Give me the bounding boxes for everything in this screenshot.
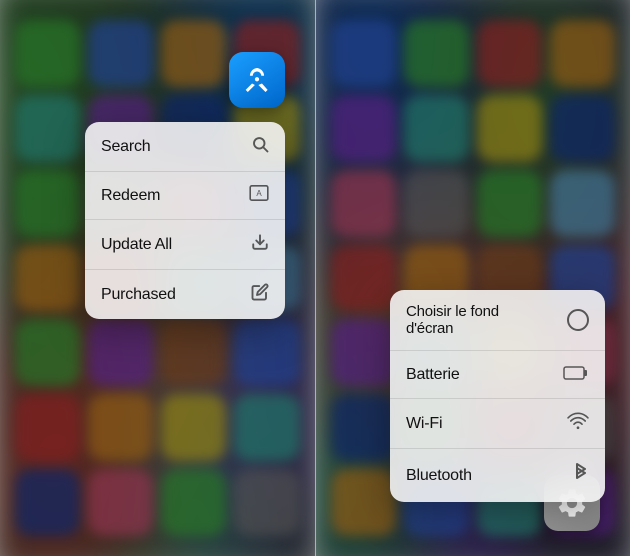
search-icon (251, 135, 269, 158)
left-context-menu: Search Redeem A Update All (85, 122, 285, 319)
download-icon (251, 233, 269, 256)
menu-item-battery[interactable]: Batterie (390, 351, 605, 399)
menu-item-redeem-label: Redeem (101, 187, 160, 205)
menu-item-update-all-label: Update All (101, 236, 172, 254)
menu-item-update-all[interactable]: Update All (85, 220, 285, 270)
menu-item-bluetooth[interactable]: Bluetooth (390, 449, 605, 502)
menu-item-wallpaper-label: Choisir le fondd'écran (406, 303, 499, 337)
menu-item-wifi[interactable]: Wi-Fi (390, 399, 605, 449)
left-panel: Search Redeem A Update All (0, 0, 315, 556)
bluetooth-icon (573, 462, 589, 489)
right-panel: Choisir le fondd'écran Batterie Wi-Fi (316, 0, 630, 556)
menu-item-purchased-label: Purchased (101, 286, 176, 304)
wifi-icon (567, 412, 589, 435)
wallpaper-icon (567, 309, 589, 331)
appstore-icon[interactable] (229, 52, 285, 108)
menu-item-purchased[interactable]: Purchased (85, 270, 285, 319)
menu-item-search-label: Search (101, 138, 151, 156)
menu-item-search[interactable]: Search (85, 122, 285, 172)
right-context-menu: Choisir le fondd'écran Batterie Wi-Fi (390, 290, 605, 502)
menu-item-bluetooth-label: Bluetooth (406, 467, 472, 485)
menu-item-wifi-label: Wi-Fi (406, 415, 442, 433)
edit-icon (251, 283, 269, 306)
battery-icon (563, 364, 589, 385)
menu-item-redeem[interactable]: Redeem A (85, 172, 285, 220)
redeem-icon: A (249, 185, 269, 206)
menu-item-battery-label: Batterie (406, 366, 460, 384)
svg-text:A: A (256, 189, 262, 198)
menu-item-wallpaper[interactable]: Choisir le fondd'écran (390, 290, 605, 351)
